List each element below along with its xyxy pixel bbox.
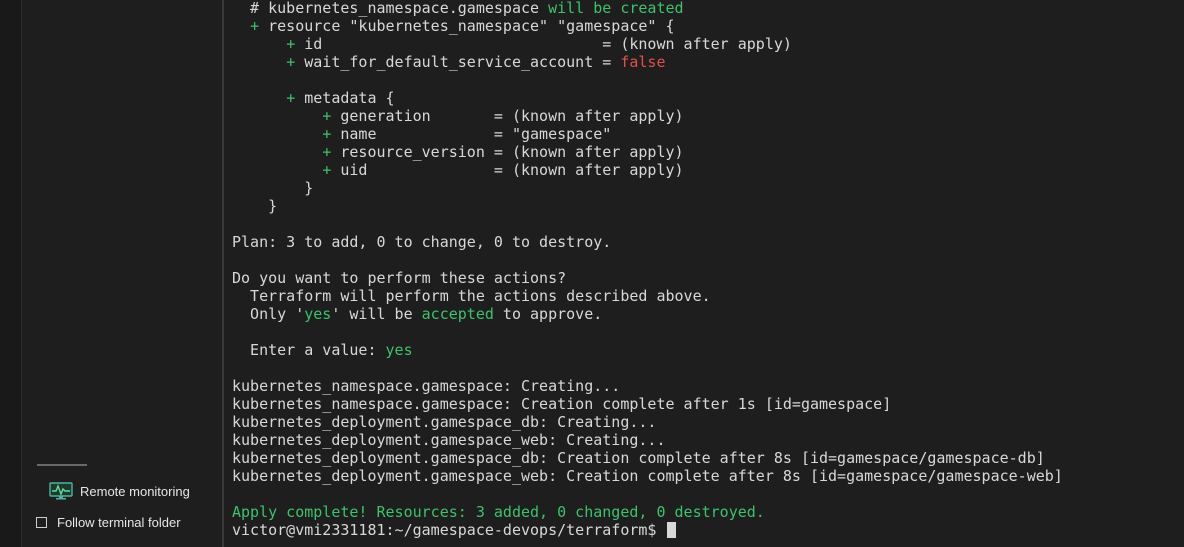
terminal-text: kubernetes_deployment.gamespace_db: Crea… [232,413,657,431]
terminal-text: wait_for_default_service_account = [295,53,621,71]
terminal-line: Enter a value: yes [232,341,1063,359]
terminal-prompt-line[interactable]: victor@vmi2331181:~/gamespace-devops/ter… [232,521,1063,539]
terminal-text: Plan: 3 to add, 0 to change, 0 to destro… [232,233,612,251]
terminal-text: Terraform will perform the actions descr… [232,287,711,305]
terminal-text: kubernetes_deployment.gamespace_web: Cre… [232,467,1063,485]
remote-monitoring-label: Remote monitoring [80,483,190,499]
terminal-line: } [232,179,1063,197]
terminal-text: id = (known after apply) [295,35,792,53]
remote-monitoring-button[interactable]: Remote monitoring [49,480,190,502]
terminal-line: Only 'yes' will be accepted to approve. [232,305,1063,323]
terminal-text: resource_version = (known after apply) [331,143,684,161]
terminal-text: yes [385,341,413,359]
terminal-text: + [322,143,332,161]
terminal-text: generation = (known after apply) [331,107,684,125]
terminal-text: to approve. [493,305,603,323]
terminal-line: + resource "kubernetes_namespace" "games… [232,17,1063,35]
terminal-output[interactable]: # kubernetes_namespace.gamespace will be… [224,0,1184,547]
terminal-line: + uid = (known after apply) [232,161,1063,179]
terminal-line: Do you want to perform these actions? [232,269,1063,287]
terminal-text: Do you want to perform these actions? [232,269,567,287]
terminal-text: } [232,197,278,215]
sidebar: Remote monitoring Follow terminal folder [22,0,222,547]
terminal-text: Apply complete! Resources: 3 added, 0 ch… [232,503,765,521]
terminal-line: # kubernetes_namespace.gamespace will be… [232,0,1063,17]
terminal-text: + [286,35,296,53]
terminal-text: ' will be [331,305,422,323]
left-rail [0,0,22,547]
terminal-text: kubernetes_deployment.gamespace_db: Crea… [232,449,1045,467]
terminal-line: + name = "gamespace" [232,125,1063,143]
terminal-text: metadata { [295,89,395,107]
terminal-line: + metadata { [232,89,1063,107]
terminal-text: resource "kubernetes_namespace" "gamespa… [259,17,675,35]
terminal-line: + generation = (known after apply) [232,107,1063,125]
terminal-text: Enter a value: [232,341,386,359]
terminal-text: + [322,107,332,125]
monitor-icon [49,482,73,500]
terminal-text: kubernetes_deployment.gamespace_web: Cre… [232,431,666,449]
sidebar-separator [37,464,87,466]
terminal-text: kubernetes_namespace.gamespace: Creation… [232,395,892,413]
terminal-text: + [322,161,332,179]
terminal-text: # kubernetes_namespace.gamespace [232,0,549,17]
terminal-text: accepted [421,305,494,323]
follow-terminal-folder-option[interactable]: Follow terminal folder [36,513,181,531]
terminal-line: kubernetes_namespace.gamespace: Creating… [232,377,1063,395]
terminal-lines: # kubernetes_namespace.gamespace will be… [232,0,1063,539]
terminal-text: Only ' [232,305,305,323]
terminal-text: will be created [548,0,684,17]
terminal-text: yes [304,305,332,323]
terminal-line: Terraform will perform the actions descr… [232,287,1063,305]
terminal-text: + [286,53,296,71]
follow-terminal-folder-label: Follow terminal folder [57,514,181,530]
shell-prompt: victor@vmi2331181:~/gamespace-devops/ter… [232,521,666,539]
terminal-line: kubernetes_deployment.gamespace_web: Cre… [232,431,1063,449]
terminal-line: kubernetes_namespace.gamespace: Creation… [232,395,1063,413]
terminal-text: name = "gamespace" [331,125,612,143]
terminal-cursor [667,522,677,538]
terminal-line: kubernetes_deployment.gamespace_web: Cre… [232,467,1063,485]
terminal-text: } [232,179,314,197]
terminal-text: + [322,125,332,143]
terminal-text: + [286,89,296,107]
terminal-line: + resource_version = (known after apply) [232,143,1063,161]
terminal-line: Plan: 3 to add, 0 to change, 0 to destro… [232,233,1063,251]
terminal-text: uid = (known after apply) [331,161,684,179]
terminal-text: false [620,53,666,71]
terminal-line: Apply complete! Resources: 3 added, 0 ch… [232,503,1063,521]
terminal-line: + id = (known after apply) [232,35,1063,53]
terminal-text: + [250,17,260,35]
terminal-line: kubernetes_deployment.gamespace_db: Crea… [232,413,1063,431]
terminal-line: } [232,197,1063,215]
terminal-line: kubernetes_deployment.gamespace_db: Crea… [232,449,1063,467]
terminal-line: + wait_for_default_service_account = fal… [232,53,1063,71]
terminal-text: kubernetes_namespace.gamespace: Creating… [232,377,621,395]
follow-terminal-folder-checkbox[interactable] [36,516,47,528]
